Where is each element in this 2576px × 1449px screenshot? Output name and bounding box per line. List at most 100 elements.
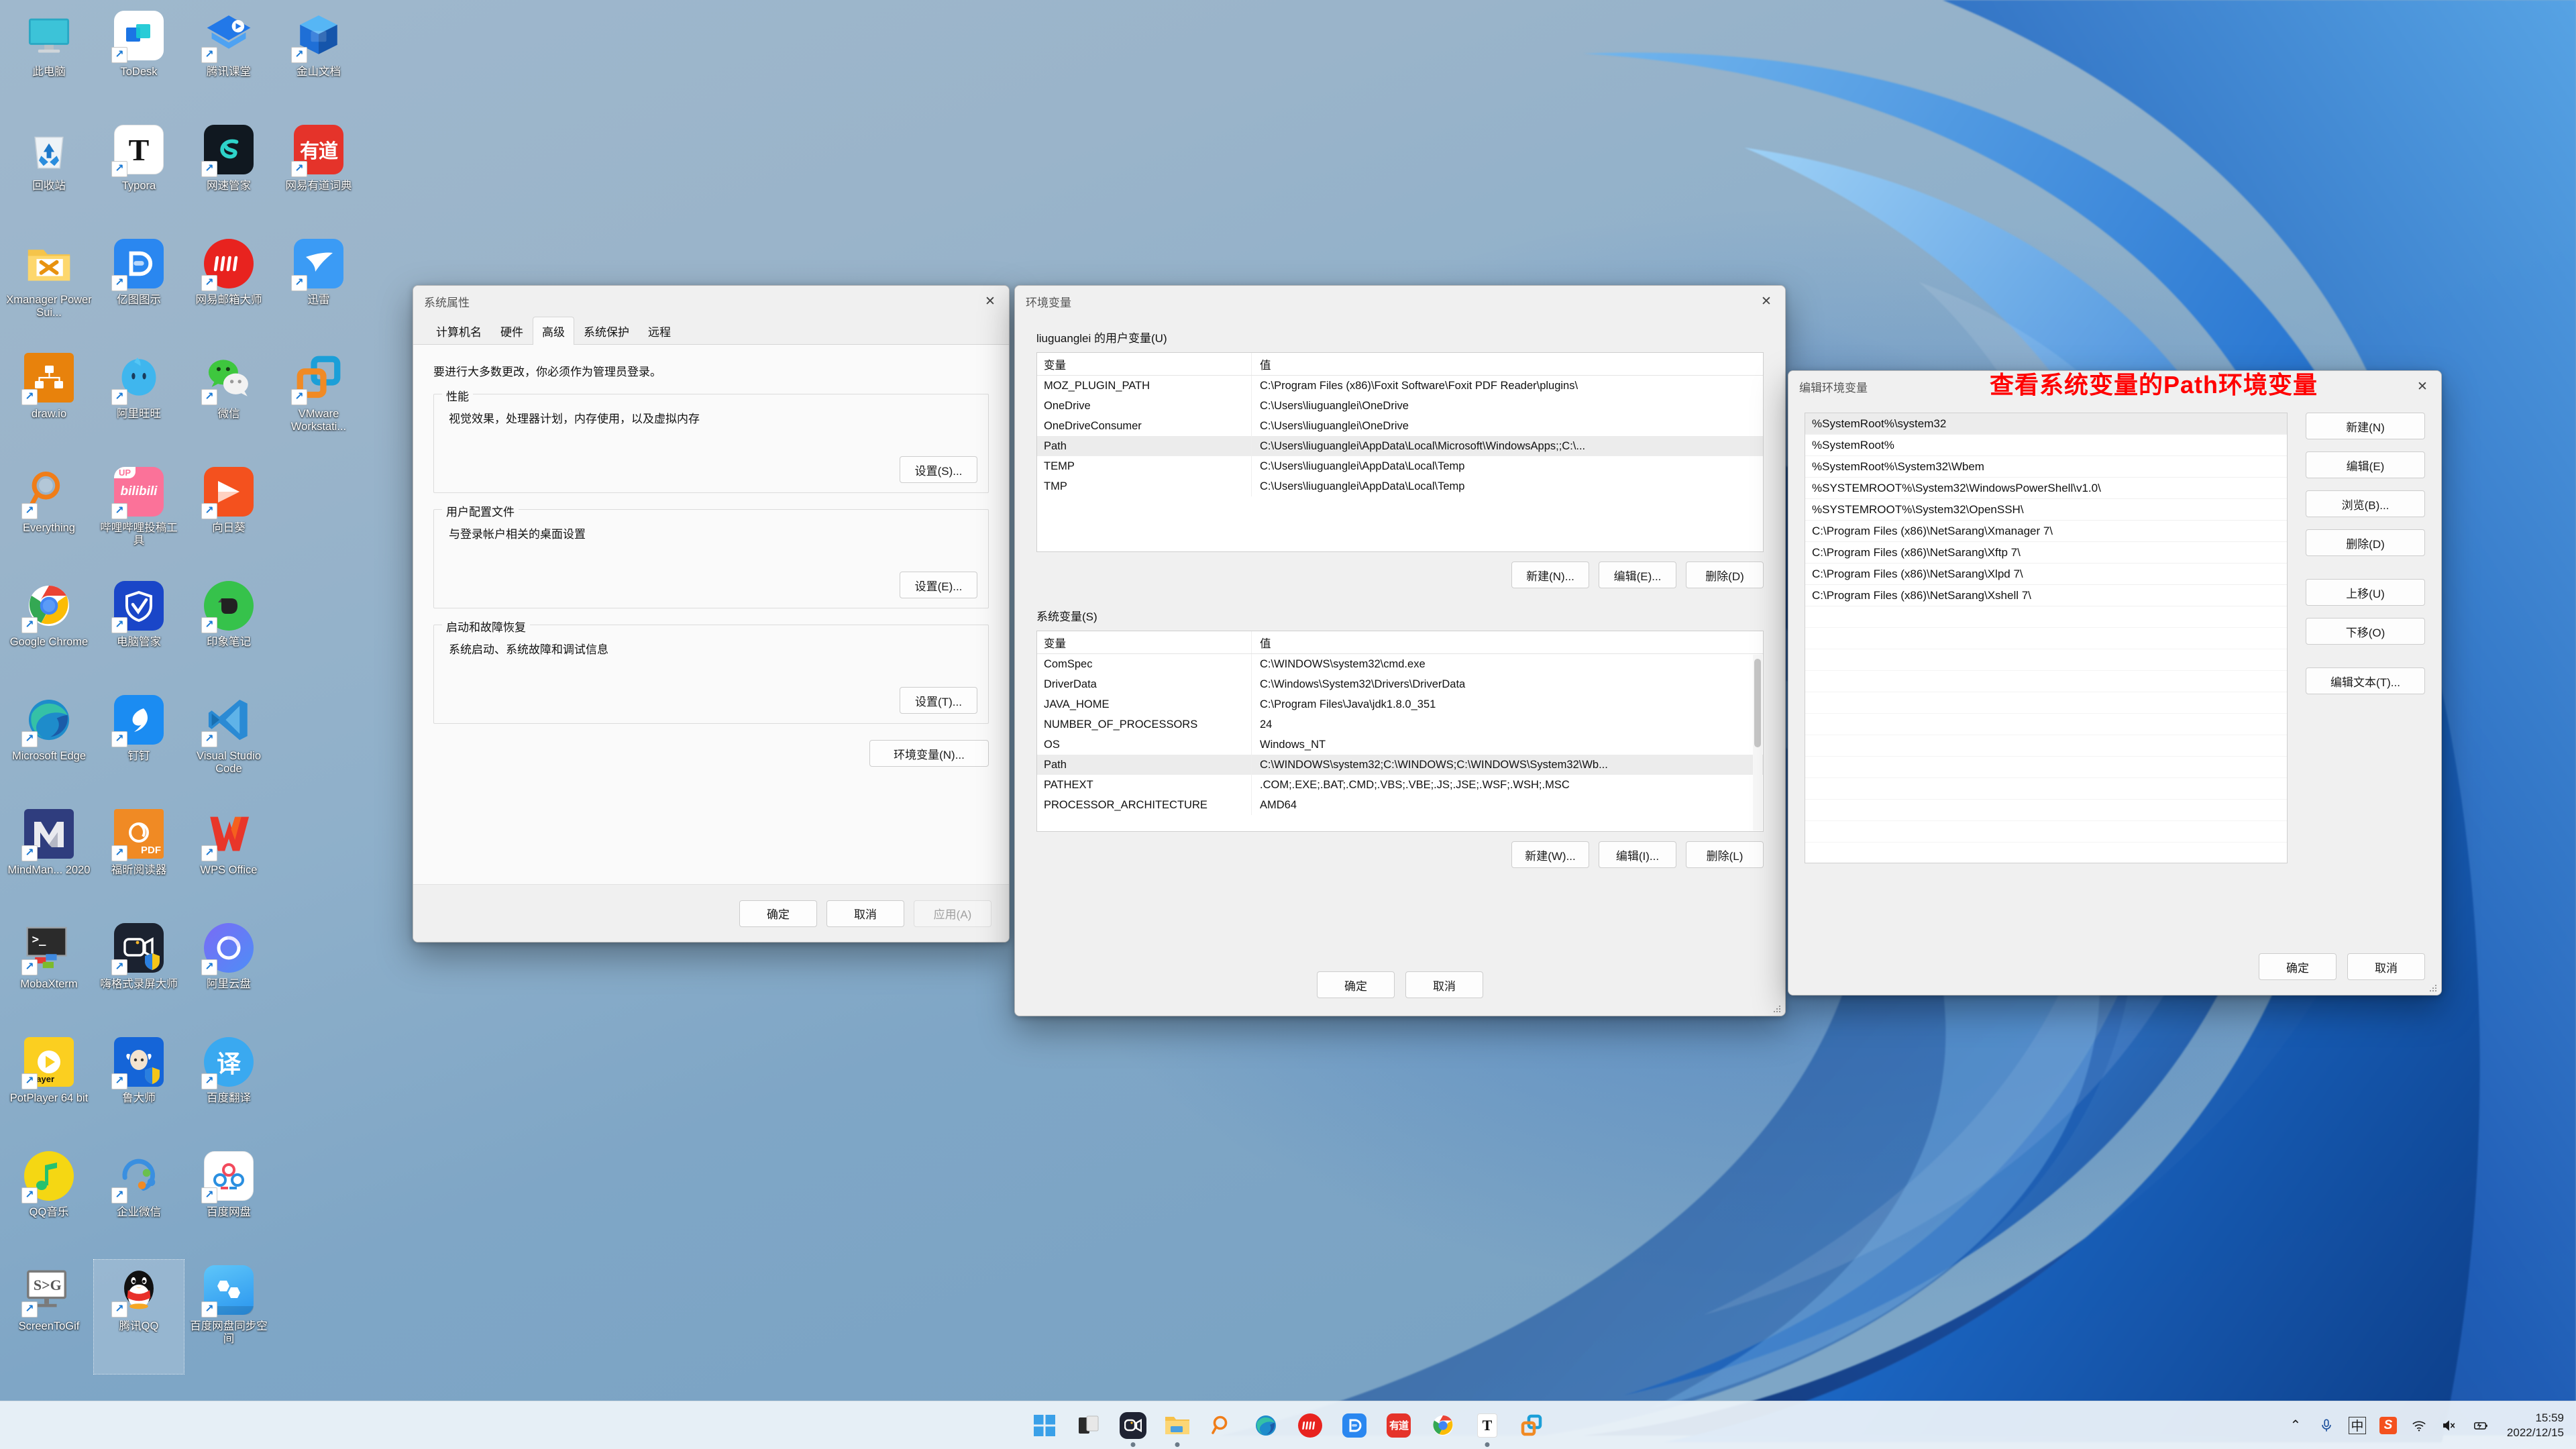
desktop-icon-tencent-classroom[interactable]: ↗ 腾讯课堂 — [184, 5, 274, 119]
edraw-button[interactable] — [1338, 1409, 1371, 1442]
table-row[interactable]: NUMBER_OF_PROCESSORS 24 — [1037, 714, 1763, 735]
path-edit-button[interactable]: 编辑(E) — [2306, 451, 2425, 478]
user-var-delete-button[interactable]: 删除(D) — [1686, 561, 1764, 588]
resize-grip-icon[interactable] — [1773, 1004, 1782, 1014]
list-item-empty[interactable] — [1805, 800, 2287, 821]
list-item-empty[interactable] — [1805, 628, 2287, 649]
battery-charging-icon[interactable] — [2472, 1417, 2489, 1434]
desktop-icon-wecom[interactable]: ↗ 企业微信 — [94, 1146, 184, 1260]
system-variables-table[interactable]: 变量 值 ComSpec C:\WINDOWS\system32\cmd.exe D… — [1036, 631, 1764, 832]
desktop-icon-potplayer[interactable]: Player ↗ PotPlayer 64 bit — [4, 1032, 94, 1146]
desktop[interactable]: 此电脑 ↗ ToDesk ↗ 腾讯课堂 ↗ 金山文档 回收站 T ↗ Typora ↗ 网速管家 有道 ↗ 网… — [0, 0, 2576, 1449]
chrome-button[interactable] — [1427, 1409, 1459, 1442]
list-item[interactable]: C:\Program Files (x86)\NetSarang\Xmanage… — [1805, 521, 2287, 542]
desktop-icon-edraw[interactable]: ↗ 亿图图示 — [94, 233, 184, 347]
typora-button[interactable]: T — [1471, 1409, 1503, 1447]
close-icon[interactable]: ✕ — [2404, 371, 2441, 402]
desktop-icon-vscode[interactable]: ↗ Visual Studio Code — [184, 690, 274, 804]
list-item-empty[interactable] — [1805, 821, 2287, 843]
list-item[interactable]: %SystemRoot%\System32\Wbem — [1805, 456, 2287, 478]
table-row[interactable]: ComSpec C:\WINDOWS\system32\cmd.exe — [1037, 654, 1763, 674]
editenv-ok-button[interactable]: 确定 — [2259, 953, 2337, 980]
sys-var-new-button[interactable]: 新建(W)... — [1511, 841, 1589, 868]
youdao-dict-button[interactable]: 有道 — [1383, 1409, 1415, 1442]
close-icon[interactable]: ✕ — [971, 286, 1009, 317]
desktop-icon-bilibili-upload[interactable]: UP bilibili ↗ 哔哩哔哩投稿工具 — [94, 462, 184, 576]
desktop-icon-thunder[interactable]: ↗ 迅雷 — [274, 233, 364, 347]
desktop-icon-kingsoft-docs[interactable]: ↗ 金山文档 — [274, 5, 364, 119]
desktop-icon-everything[interactable]: ↗ Everything — [4, 462, 94, 576]
desktop-icon-recycle-bin[interactable]: 回收站 — [4, 119, 94, 233]
desktop-icon-mobaxterm[interactable]: >_ ↗ MobaXterm — [4, 918, 94, 1032]
list-item[interactable]: %SYSTEMROOT%\System32\WindowsPowerShell\… — [1805, 478, 2287, 499]
system-properties-dialog[interactable]: 系统属性 ✕ 计算机名 硬件 高级 系统保护 远程 要进行大多数更改，你必须作为… — [413, 285, 1010, 943]
desktop-icon-baidu-translate[interactable]: 译 ↗ 百度翻译 — [184, 1032, 274, 1146]
table-row[interactable]: OneDriveConsumer C:\Users\liuguanglei\One… — [1037, 416, 1763, 436]
desktop-icon-netease-mail[interactable]: ↗ 网易邮箱大师 — [184, 233, 274, 347]
list-item-empty[interactable] — [1805, 735, 2287, 757]
desktop-icon-vmware-workstation[interactable]: ↗ VMware Workstati... — [274, 347, 364, 462]
volume-muted-icon[interactable] — [2441, 1417, 2459, 1434]
table-row[interactable]: Path C:\Users\liuguanglei\AppData\Local\M… — [1037, 436, 1763, 456]
desktop-icon-baidu-netdisk[interactable]: ↗ 百度网盘 — [184, 1146, 274, 1260]
path-browse-button[interactable]: 浏览(B)... — [2306, 490, 2425, 517]
list-item[interactable]: C:\Program Files (x86)\NetSarang\Xlpd 7\ — [1805, 564, 2287, 585]
list-item-empty[interactable] — [1805, 843, 2287, 863]
user-profiles-settings-button[interactable]: 设置(E)... — [900, 572, 977, 598]
table-row[interactable]: TMP C:\Users\liuguanglei\AppData\Local\Te… — [1037, 476, 1763, 496]
path-entries-list[interactable]: %SystemRoot%\system32 %SystemRoot% %System… — [1805, 413, 2288, 863]
desktop-icon-ludashi[interactable]: ↗ 鲁大师 — [94, 1032, 184, 1146]
performance-settings-button[interactable]: 设置(S)... — [900, 456, 977, 483]
desktop-icon-typora[interactable]: T ↗ Typora — [94, 119, 184, 233]
taskbar-center-group[interactable]: 有道 T — [1028, 1409, 1548, 1447]
table-row[interactable]: TEMP C:\Users\liuguanglei\AppData\Local\T… — [1037, 456, 1763, 476]
list-item[interactable]: C:\Program Files (x86)\NetSarang\Xshell … — [1805, 585, 2287, 606]
list-item-empty[interactable] — [1805, 671, 2287, 692]
environment-variables-titlebar[interactable]: 环境变量 ✕ — [1015, 286, 1785, 317]
desktop-icon-dingtalk[interactable]: ↗ 钉钉 — [94, 690, 184, 804]
list-item[interactable]: %SYSTEMROOT%\System32\OpenSSH\ — [1805, 499, 2287, 521]
scrollbar-thumb[interactable] — [1754, 659, 1761, 747]
tab-remote[interactable]: 远程 — [639, 317, 680, 345]
table-row[interactable]: OneDrive C:\Users\liuguanglei\OneDrive — [1037, 396, 1763, 416]
desktop-icon-xmanager-folder[interactable]: Xmanager Power Sui... — [4, 233, 94, 347]
list-item-empty[interactable] — [1805, 757, 2287, 778]
editenv-cancel-button[interactable]: 取消 — [2347, 953, 2425, 980]
system-properties-tabstrip[interactable]: 计算机名 硬件 高级 系统保护 远程 — [413, 317, 1009, 345]
desktop-icon-wps-office[interactable]: ↗ WPS Office — [184, 804, 274, 918]
desktop-icon-grid[interactable]: 此电脑 ↗ ToDesk ↗ 腾讯课堂 ↗ 金山文档回收站 T ↗ Typora ↗ 网速管家 有道 ↗ 网… — [4, 5, 364, 1375]
path-new-button[interactable]: 新建(N) — [2306, 413, 2425, 439]
path-delete-button[interactable]: 删除(D) — [2306, 529, 2425, 556]
desktop-icon-todesk[interactable]: ↗ ToDesk — [94, 5, 184, 119]
list-item-empty[interactable] — [1805, 714, 2287, 735]
desktop-icon-chrome[interactable]: ↗ Google Chrome — [4, 576, 94, 690]
table-row[interactable]: Path C:\WINDOWS\system32;C:\WINDOWS;C:\WI… — [1037, 755, 1763, 775]
desktop-icon-netspeed-manager[interactable]: ↗ 网速管家 — [184, 119, 274, 233]
list-item-empty[interactable] — [1805, 606, 2287, 628]
envvars-ok-button[interactable]: 确定 — [1317, 971, 1395, 998]
desktop-icon-sunlogin[interactable]: ↗ 向日葵 — [184, 462, 274, 576]
tab-system-protection[interactable]: 系统保护 — [574, 317, 639, 345]
tab-hardware[interactable]: 硬件 — [491, 317, 533, 345]
desktop-icon-drawio[interactable]: ↗ draw.io — [4, 347, 94, 462]
system-properties-titlebar[interactable]: 系统属性 ✕ — [413, 286, 1009, 317]
table-row[interactable]: PROCESSOR_ARCHITECTURE AMD64 — [1037, 795, 1763, 815]
microphone-icon[interactable] — [2318, 1417, 2335, 1434]
sys-var-edit-button[interactable]: 编辑(I)... — [1599, 841, 1676, 868]
sys-var-delete-button[interactable]: 删除(L) — [1686, 841, 1764, 868]
task-view-button[interactable] — [1073, 1409, 1105, 1442]
desktop-icon-qq-music[interactable]: ↗ QQ音乐 — [4, 1146, 94, 1260]
sysprops-ok-button[interactable]: 确定 — [739, 900, 817, 927]
taskbar-clock[interactable]: 15:59 2022/12/15 — [2507, 1411, 2564, 1440]
user-var-new-button[interactable]: 新建(N)... — [1511, 561, 1589, 588]
desktop-icon-youdao-dict[interactable]: 有道 ↗ 网易有道词典 — [274, 119, 364, 233]
desktop-icon-aliwangwang[interactable]: ↗ 阿里旺旺 — [94, 347, 184, 462]
list-item[interactable]: %SystemRoot% — [1805, 435, 2287, 456]
list-item-empty[interactable] — [1805, 778, 2287, 800]
netease-mail-button[interactable] — [1294, 1409, 1326, 1442]
desktop-icon-this-pc[interactable]: 此电脑 — [4, 5, 94, 119]
system-variables-scrollbar[interactable] — [1753, 655, 1762, 830]
tab-computer-name[interactable]: 计算机名 — [427, 317, 491, 345]
user-var-edit-button[interactable]: 编辑(E)... — [1599, 561, 1676, 588]
list-item-empty[interactable] — [1805, 649, 2287, 671]
